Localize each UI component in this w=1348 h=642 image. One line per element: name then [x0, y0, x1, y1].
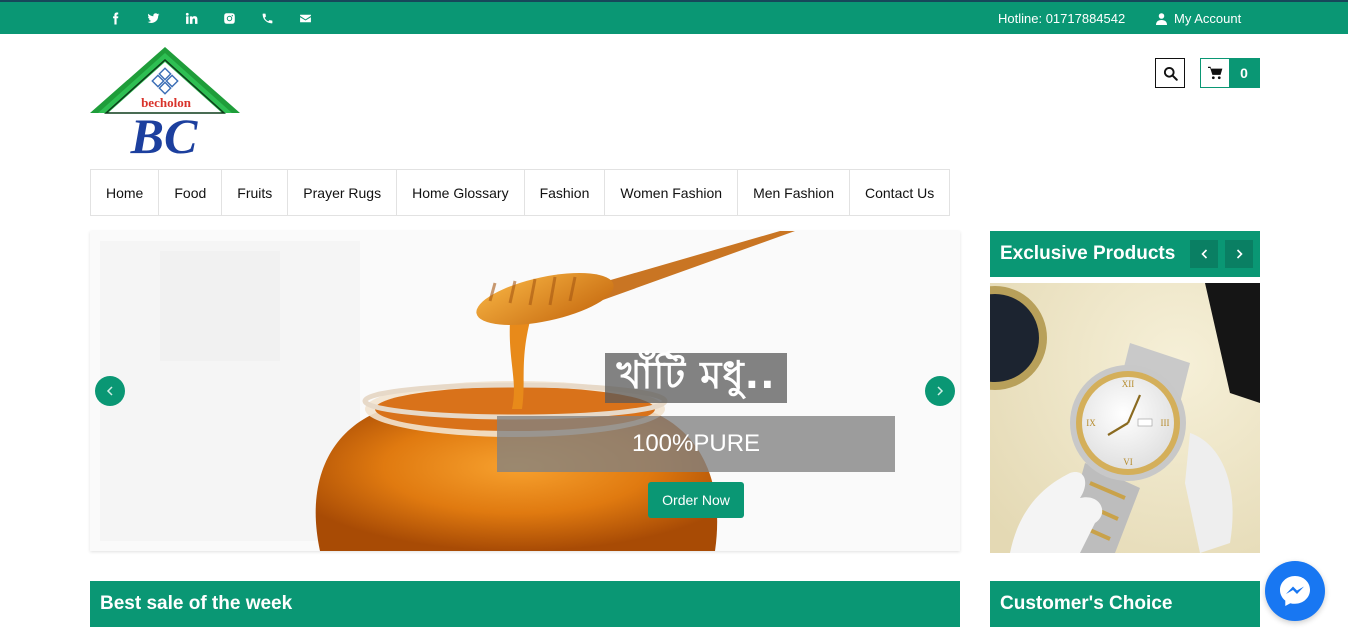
- phone-icon[interactable]: [248, 12, 286, 25]
- cart-icon: [1207, 66, 1222, 80]
- slider-prev-button[interactable]: [95, 376, 125, 406]
- svg-text:IX: IX: [1086, 418, 1096, 428]
- linkedin-icon[interactable]: [172, 12, 210, 25]
- chevron-left-icon: [1200, 249, 1207, 259]
- nav-item-fruits[interactable]: Fruits: [222, 170, 289, 215]
- cart-button[interactable]: 0: [1200, 58, 1260, 88]
- nav-item-food[interactable]: Food: [159, 170, 223, 215]
- exclusive-prev-button[interactable]: [1190, 240, 1218, 268]
- search-icon: [1163, 66, 1178, 81]
- best-sale-header: Best sale of the week: [90, 581, 960, 627]
- main-nav: Home Food Fruits Prayer Rugs Home Glossa…: [90, 169, 951, 216]
- cart-count-badge: 0: [1229, 59, 1259, 87]
- exclusive-product-image[interactable]: XII III VI IX: [990, 283, 1260, 553]
- exclusive-products-title: Exclusive Products: [1000, 243, 1176, 264]
- slider-next-button[interactable]: [925, 376, 955, 406]
- social-links: [96, 2, 324, 34]
- my-account-label: My Account: [1174, 11, 1242, 26]
- my-account-link[interactable]: My Account: [1156, 11, 1241, 26]
- instagram-icon[interactable]: [210, 12, 248, 25]
- svg-text:III: III: [1161, 418, 1170, 428]
- logo-monogram: BC: [130, 108, 198, 157]
- hero-slider: খাঁটি মধু.. 100%PURE Order Now: [90, 231, 960, 551]
- nav-item-fashion[interactable]: Fashion: [524, 170, 606, 215]
- site-logo[interactable]: becholon BC: [90, 47, 240, 164]
- svg-text:XII: XII: [1122, 379, 1135, 389]
- nav-item-home-glossary[interactable]: Home Glossary: [397, 170, 525, 215]
- order-now-button[interactable]: Order Now: [648, 482, 744, 518]
- twitter-icon[interactable]: [134, 12, 172, 25]
- user-icon: [1156, 12, 1167, 25]
- facebook-icon[interactable]: [96, 12, 134, 25]
- chevron-right-icon: [1236, 249, 1243, 259]
- hotline-text: Hotline: 01717884542: [998, 11, 1126, 26]
- nav-item-men-fashion[interactable]: Men Fashion: [738, 170, 850, 215]
- nav-item-contact-us[interactable]: Contact Us: [850, 170, 950, 215]
- nav-item-prayer-rugs[interactable]: Prayer Rugs: [288, 170, 398, 215]
- exclusive-next-button[interactable]: [1225, 240, 1253, 268]
- nav-item-home[interactable]: Home: [91, 170, 160, 215]
- slide-title: খাঁটি মধু..: [605, 353, 787, 403]
- slide-subtitle: 100%PURE: [497, 416, 895, 472]
- chevron-left-icon: [106, 386, 113, 396]
- search-button[interactable]: [1155, 58, 1185, 88]
- honey-jar-image: [90, 231, 960, 551]
- svg-text:VI: VI: [1123, 457, 1133, 467]
- chevron-right-icon: [937, 386, 944, 396]
- messenger-chat-button[interactable]: [1265, 561, 1325, 621]
- exclusive-products-header: Exclusive Products: [990, 231, 1260, 277]
- messenger-icon: [1280, 576, 1310, 606]
- nav-item-women-fashion[interactable]: Women Fashion: [605, 170, 739, 215]
- customers-choice-header: Customer's Choice: [990, 581, 1260, 627]
- top-bar: Hotline: 01717884542 My Account: [0, 0, 1348, 34]
- envelope-icon[interactable]: [286, 12, 324, 25]
